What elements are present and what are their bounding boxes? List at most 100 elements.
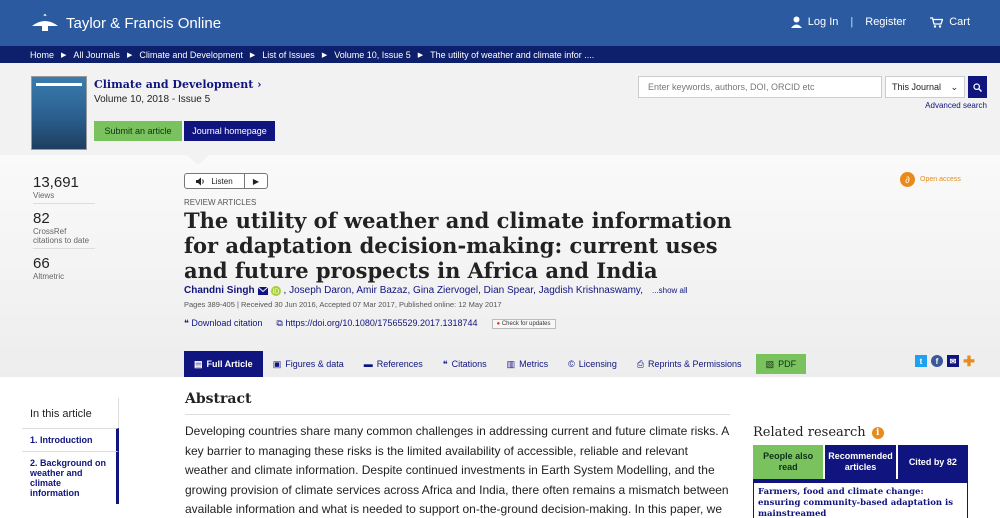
crossref-count: 82 [33,210,50,227]
tab-full-article[interactable]: ▤ Full Article [184,351,263,377]
abstract-heading: Abstract [185,391,252,407]
views-count: 13,691 [33,174,79,191]
article-links: ❝ Download citation ⧉ https://doi.org/10… [184,318,556,329]
cart-label: Cart [949,16,970,28]
altmetric-count: 66 [33,255,50,272]
search-icon [973,82,982,92]
author-list: Chandni Singh iD , Joseph Daron, Amir Ba… [184,285,688,296]
breadcrumb-issue[interactable]: Volume 10, Issue 5 [334,50,411,60]
abstract-divider [185,414,730,415]
tab-figures[interactable]: ▣ Figures & data [263,351,354,377]
svg-text:iD: iD [272,288,279,295]
outline-item-introduction[interactable]: 1. Introduction [22,428,119,451]
tab-reprints[interactable]: ⎙ Reprints & Permissions [627,351,752,377]
printer-icon: ⎙ [636,358,645,369]
search-button[interactable] [968,76,987,98]
login-label: Log In [807,16,839,28]
journal-homepage-button[interactable]: Journal homepage [184,121,275,141]
bar-chart-icon: ▥ [506,358,516,369]
document-icon: ▤ [194,358,203,369]
breadcrumb-arrow-icon: ▶ [126,51,133,59]
speaker-icon [196,177,205,185]
register-link[interactable]: Register [865,16,906,28]
pdf-button[interactable]: ▧ PDF [755,354,807,374]
info-icon[interactable]: i [871,426,884,439]
facebook-icon[interactable]: f [931,355,943,367]
breadcrumb-arrow-icon: ▶ [61,51,67,59]
listen-button[interactable]: Listen [185,174,245,188]
link-icon: ⧉ [276,318,283,328]
login-link[interactable]: Log In [790,16,839,28]
user-icon [790,16,802,28]
journal-volume[interactable]: Volume 10, 2018 - Issue 5 [94,94,210,105]
open-access-badge: ∂ Open access [900,172,961,187]
altmetric-label: Altmetric [33,272,65,281]
chevron-right-icon: › [257,78,262,91]
chevron-down-icon: ⌄ [950,82,958,92]
views-label: Views [33,191,95,204]
divider: | [850,16,854,28]
breadcrumb-list-of-issues[interactable]: List of Issues [262,50,315,60]
breadcrumb-current[interactable]: The utility of weather and climate infor… [430,50,594,60]
play-icon[interactable]: ▶ [245,174,267,188]
author-link[interactable]: Chandni Singh [184,285,255,296]
breadcrumb-all-journals[interactable]: All Journals [73,50,120,60]
quote-icon: ❝ [184,318,189,328]
abstract-text: Developing countries share many common c… [185,424,729,516]
breadcrumb-arrow-icon: ▶ [321,51,328,59]
brand-name: Taylor & Francis Online [66,14,222,32]
co-authors[interactable]: , Joseph Daron, Amir Bazaz, Gina Ziervog… [284,285,643,296]
show-all-authors-link[interactable]: ...show all [652,286,688,295]
twitter-icon[interactable]: t [915,355,927,367]
tandf-logo[interactable]: Taylor & Francis Online [30,12,221,34]
breadcrumb-home[interactable]: Home [30,50,54,60]
listen-widget[interactable]: Listen ▶ [184,173,268,189]
tab-people-also-read[interactable]: People also read [753,445,824,479]
check-for-updates-badge[interactable]: ● Check for updates [491,318,556,329]
doi-link[interactable]: ⧉ https://doi.org/10.1080/17565529.2017.… [276,318,477,329]
article-outline: In this article 1. Introduction 2. Backg… [22,398,119,504]
image-icon: ▣ [272,358,282,369]
breadcrumb-arrow-icon: ▶ [249,51,256,59]
tab-cited-by[interactable]: Cited by 82 [897,445,968,479]
publication-meta: Pages 389-405 | Received 30 Jun 2016, Ac… [184,300,502,309]
download-citation-link[interactable]: ❝ Download citation [184,318,262,329]
pdf-icon: ▧ [765,358,775,369]
search-input[interactable]: Enter keywords, authors, DOI, ORCID etc [638,76,882,98]
cart-icon [930,16,944,28]
journal-header: Climate and Development › Volume 10, 201… [0,63,1000,155]
related-research: Related research i People also read Recom… [753,425,968,518]
related-article-link[interactable]: Farmers, food and climate change: ensuri… [753,479,968,518]
plus-icon[interactable]: ✚ [963,353,975,369]
breadcrumb-journal[interactable]: Climate and Development [139,50,243,60]
tab-references[interactable]: ▬ References [354,351,433,377]
outline-title: In this article [22,398,119,428]
journal-title[interactable]: Climate and Development › [94,78,262,91]
email-share-icon[interactable]: ✉ [947,355,959,367]
lamp-icon [32,14,58,31]
related-research-title: Related research i [753,425,968,440]
article-metrics: 13,691 Views 82 CrossRef citations to da… [33,174,95,290]
tab-recommended[interactable]: Recommended articles [825,445,896,479]
open-access-icon: ∂ [900,172,915,187]
submit-article-button[interactable]: Submit an article [94,121,182,141]
copyright-icon: © [568,359,575,369]
tab-citations[interactable]: ❝ Citations [433,351,497,377]
outline-item-background[interactable]: 2. Background on weather and climate inf… [22,451,119,504]
article-tabs: ▤ Full Article ▣ Figures & data ▬ Reference… [184,351,989,377]
search-scope-select[interactable]: This Journal ⌄ [885,76,965,98]
advanced-search-link[interactable]: Advanced search [925,101,987,110]
email-icon[interactable] [257,286,268,295]
header-pointer [187,155,209,165]
top-bar: Taylor & Francis Online Log In | Registe… [0,0,1000,46]
quote-icon: ❝ [442,358,448,369]
share-icons: t f ✉ ✚ [915,353,975,369]
tab-licensing[interactable]: © Licensing [558,351,627,377]
crossref-label: CrossRef citations to date [33,227,95,249]
cart-link[interactable]: Cart [930,16,970,28]
journal-cover-image[interactable] [31,76,87,150]
breadcrumb: Home ▶ All Journals ▶ Climate and Develo… [0,46,1000,63]
orcid-icon[interactable]: iD [270,285,281,296]
book-icon: ▬ [363,359,373,369]
tab-metrics[interactable]: ▥ Metrics [497,351,559,377]
